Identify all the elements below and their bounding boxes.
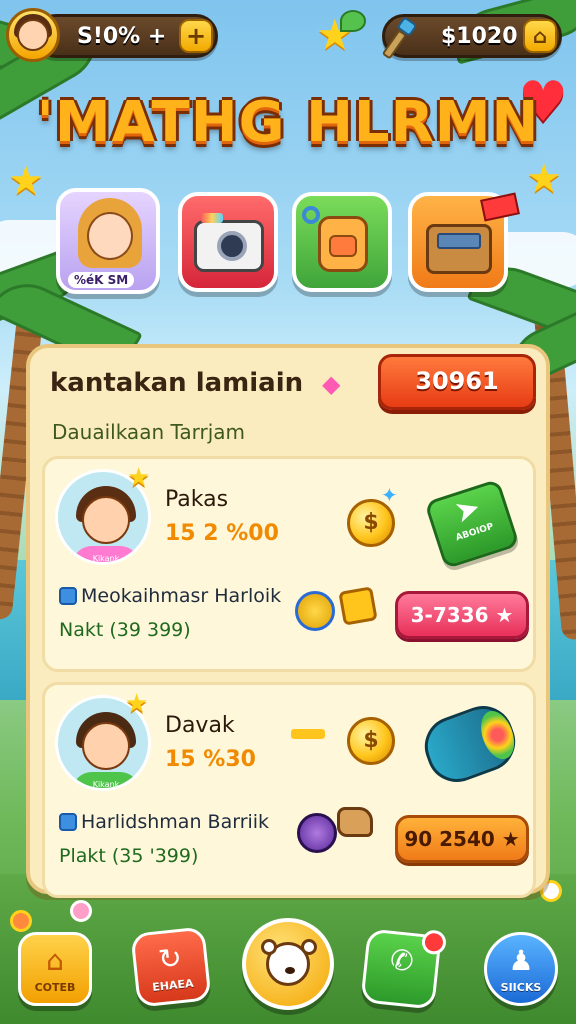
player-name: Pakas bbox=[165, 487, 229, 512]
candy-cannon-icon bbox=[416, 697, 524, 791]
reward-button[interactable]: 3-7336 ★ bbox=[395, 591, 529, 639]
key-icon bbox=[302, 206, 320, 224]
nav-pet-button[interactable] bbox=[242, 918, 334, 1010]
nav-refresh-button[interactable]: ↻ EHAEA bbox=[130, 926, 212, 1008]
pink-gem-icon: ◆ bbox=[322, 370, 341, 398]
tile-profile-caption: %éK SM bbox=[68, 272, 135, 288]
player-score: 15 2 %00 bbox=[165, 521, 279, 546]
star-icon: ★ bbox=[8, 158, 44, 204]
left-currency-value: S!0% + bbox=[77, 24, 167, 49]
game-title: 'MATHG HLRMN bbox=[36, 90, 540, 155]
right-currency-value: $1020 bbox=[441, 24, 518, 49]
task-cube-icon bbox=[59, 813, 77, 831]
task-name: Harlidshman Barriik bbox=[81, 811, 270, 833]
panel-header-button[interactable]: 30961 bbox=[378, 354, 536, 410]
cookie-reward-icon bbox=[337, 807, 373, 837]
tile-camera[interactable] bbox=[178, 192, 278, 292]
task-meta: Nakt (39 399) bbox=[59, 619, 191, 641]
sparkle-icon: ✦ bbox=[381, 483, 398, 507]
yellow-arrow-icon bbox=[291, 729, 325, 739]
home-icon: ⌂ bbox=[46, 944, 64, 977]
backpack-icon bbox=[318, 216, 368, 272]
coin-icon: $ bbox=[347, 717, 395, 765]
player-card[interactable]: Kikank ★ Pakas 15 2 %00 $ ✦ ➤ ABOIOP Meo… bbox=[42, 456, 536, 672]
shirt-text: Kikank bbox=[92, 554, 120, 563]
main-panel: kantakan lamiain ◆ 30961 Dauailkaan Tarr… bbox=[26, 344, 550, 898]
flower bbox=[10, 910, 32, 932]
player-shirt: Kikank bbox=[72, 772, 140, 789]
nav-phone-button[interactable]: ✆ bbox=[360, 928, 448, 1010]
player-card[interactable]: Kikank ★ Davak 15 %30 $ Harlidshman Barr… bbox=[42, 682, 536, 898]
key-reward-icon bbox=[295, 591, 335, 631]
level-star-icon: ★ bbox=[125, 689, 149, 719]
task-cube-icon bbox=[59, 587, 77, 605]
add-currency-button[interactable]: + bbox=[179, 19, 213, 53]
left-currency-pill[interactable]: S!0% + + bbox=[34, 14, 218, 58]
panel-title: kantakan lamiain bbox=[50, 368, 304, 398]
task-name: Meokaihmasr Harloik bbox=[81, 585, 282, 607]
camera-icon bbox=[194, 213, 264, 272]
nav-stickers-button[interactable]: ♟ SIICKS bbox=[484, 932, 558, 1006]
green-gem-icon bbox=[340, 10, 366, 32]
shell-reward-icon bbox=[297, 813, 337, 853]
tile-backpack[interactable] bbox=[292, 192, 392, 292]
shop-house-button[interactable]: ⌂ bbox=[523, 19, 557, 53]
shirt-text: Kikank bbox=[92, 780, 120, 789]
task-meta: Plakt (35 '399) bbox=[59, 845, 199, 867]
figure-icon: ♟ bbox=[508, 944, 534, 977]
star-icon: ★ bbox=[526, 156, 562, 202]
player-score: 15 %30 bbox=[165, 747, 256, 772]
tile-profile[interactable]: %éK SM bbox=[56, 188, 160, 294]
flower bbox=[70, 900, 92, 922]
player-name: Davak bbox=[165, 713, 235, 738]
cash-register-icon bbox=[426, 224, 492, 274]
bear-face-icon bbox=[261, 939, 317, 986]
avatar-face bbox=[17, 19, 49, 51]
nav-stickers-label: SIICKS bbox=[500, 981, 542, 994]
level-star-icon: ★ bbox=[127, 463, 151, 493]
reward-button[interactable]: 90 2540 ★ bbox=[395, 815, 529, 863]
green-arrow-button[interactable]: ➤ ABOIOP bbox=[424, 478, 520, 570]
player-shirt: Kikank bbox=[72, 546, 140, 563]
girl-face bbox=[87, 212, 133, 260]
panel-subtitle: Dauailkaan Tarrjam bbox=[52, 420, 246, 444]
player-avatar[interactable] bbox=[6, 8, 60, 62]
nav-home-label: COTEB bbox=[34, 981, 76, 994]
nav-home-button[interactable]: ⌂ COTEB bbox=[18, 932, 92, 1006]
reward-box-icon bbox=[338, 586, 378, 626]
